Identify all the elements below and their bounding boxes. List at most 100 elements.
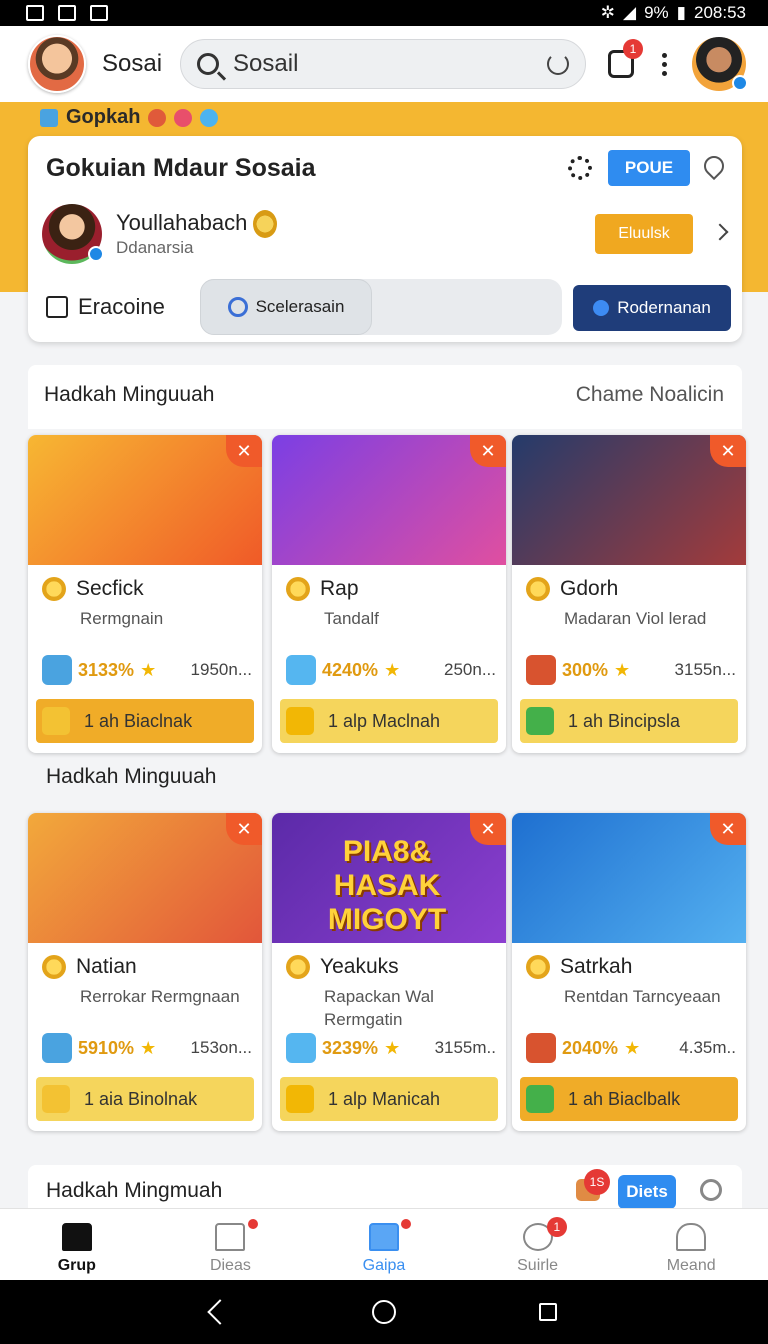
wifi-icon: ◢ xyxy=(622,3,637,22)
card-subtitle: Rermgnain xyxy=(80,609,164,628)
back-icon[interactable] xyxy=(207,1299,234,1325)
nav-item-grup[interactable]: Grup xyxy=(0,1209,154,1280)
card-title: Satrkah xyxy=(560,955,633,978)
search-bar[interactable]: Sosail xyxy=(180,39,587,89)
stat-count: 3155n... xyxy=(674,660,736,679)
button-icon xyxy=(42,707,70,735)
button-icon xyxy=(286,707,314,735)
star-icon: ★ xyxy=(614,659,631,680)
stat-percent: 5910% xyxy=(78,1037,135,1058)
profile-avatar[interactable] xyxy=(692,37,749,91)
card-action-label: 1 alp Manicah xyxy=(328,1088,441,1109)
content-card[interactable]: PIA8& HASAK MIGOYT ✕ Yeakuks Rapackan Wa… xyxy=(272,813,506,1131)
section-link[interactable]: Chame Noalicin xyxy=(576,383,724,407)
card-title-row: Gdorh xyxy=(526,577,618,601)
verified-icon xyxy=(88,246,104,262)
image-icon xyxy=(26,5,44,21)
promo-text: PIA8& HASAK MIGOYT xyxy=(327,835,447,936)
card-stats: 3239% ★ 3155m.. xyxy=(286,1033,496,1063)
card-subtitle: Rerrokar Rermgnaan xyxy=(80,987,240,1006)
nav-label: Grup xyxy=(57,1257,96,1274)
card-action-label: 1 aia Binolnak xyxy=(84,1088,198,1109)
location-pin-icon[interactable] xyxy=(699,151,729,181)
profile-action-button[interactable]: Eluulsk xyxy=(595,214,693,254)
card-title-row: Secfick xyxy=(42,577,144,601)
search-input[interactable]: Sosail xyxy=(233,50,547,78)
stat-count: 4.35m.. xyxy=(679,1038,736,1057)
verified-icon xyxy=(732,75,749,91)
notification-button[interactable]: 1 xyxy=(608,39,644,78)
gift-icon xyxy=(526,1033,556,1063)
house-icon xyxy=(215,1223,246,1251)
tag-icon xyxy=(40,108,58,127)
star-icon: ★ xyxy=(384,659,401,680)
segmented-control[interactable]: Scelerasain xyxy=(200,279,562,335)
signal-icon[interactable] xyxy=(700,1179,722,1201)
home-button-icon[interactable] xyxy=(371,1300,396,1324)
card-action-button[interactable]: 1 aia Binolnak xyxy=(36,1077,254,1121)
gear-icon[interactable] xyxy=(568,156,592,180)
bottom-nav: Grup Dieas Gaipa 1 Suirle Meand xyxy=(0,1208,768,1280)
nav-item-suirle[interactable]: 1 Suirle xyxy=(461,1209,615,1280)
battery-percent: 9% xyxy=(644,3,669,22)
refresh-icon[interactable] xyxy=(547,53,570,75)
profile-subtitle: Ddanarsia xyxy=(116,238,194,257)
battery-icon: ▮ xyxy=(676,3,686,22)
close-icon[interactable]: ✕ xyxy=(710,813,746,845)
chevron-right-icon[interactable] xyxy=(711,223,729,241)
nav-item-meand[interactable]: Meand xyxy=(614,1209,768,1280)
close-icon[interactable]: ✕ xyxy=(470,435,506,467)
star-icon: ★ xyxy=(140,659,157,680)
status-right: ✲ ◢ 9% ▮ 208:53 xyxy=(601,3,746,23)
coin-icon xyxy=(526,955,550,979)
section-title: Hadkah Minguuah xyxy=(44,383,215,406)
profile-name-row: Youllahabach xyxy=(116,210,278,239)
link-icon xyxy=(227,297,248,317)
nav-item-gaipa[interactable]: Gaipa xyxy=(307,1209,461,1280)
poue-button[interactable]: POUE xyxy=(608,150,690,186)
notification-badge: 1 xyxy=(623,39,644,59)
edit-icon xyxy=(46,296,68,318)
recents-icon[interactable] xyxy=(538,1303,557,1321)
card-action-button[interactable]: 1 alp Manicah xyxy=(280,1077,498,1121)
nav-dot xyxy=(401,1219,412,1229)
banner-label-row: Gopkah xyxy=(40,106,219,129)
diets-button[interactable]: Diets xyxy=(618,1175,676,1209)
edit-button[interactable]: Eracoine xyxy=(46,294,165,320)
close-icon[interactable]: ✕ xyxy=(710,435,746,467)
profile-card-avatar[interactable] xyxy=(42,204,104,264)
segment-active[interactable]: Scelerasain xyxy=(200,279,372,335)
more-options-icon[interactable] xyxy=(662,52,668,76)
button-icon xyxy=(526,707,554,735)
gift-icon xyxy=(42,1033,72,1063)
stat-count: 250n... xyxy=(444,660,496,679)
close-icon[interactable]: ✕ xyxy=(226,435,262,467)
section-title-2: Hadkah Minguuah xyxy=(46,765,217,788)
card-subtitle: Madaran Viol lerad xyxy=(564,609,707,628)
nav-label: Meand xyxy=(666,1257,716,1274)
card-subtitle: Rentdan Tarncyeaan xyxy=(564,987,721,1006)
card-action-button[interactable]: 1 ah Biaclnak xyxy=(36,699,254,743)
card-title-row: Natian xyxy=(42,955,137,979)
card-title: Yeakuks xyxy=(320,955,399,978)
content-card[interactable]: ✕ Gdorh Madaran Viol lerad 300% ★ 3155n.… xyxy=(512,435,746,753)
card-action-button[interactable]: 1 ah Biaclbalk xyxy=(520,1077,738,1121)
card-action-button[interactable]: 1 alp Maclnah xyxy=(280,699,498,743)
card-action-button[interactable]: 1 ah Bincipsla xyxy=(520,699,738,743)
close-icon[interactable]: ✕ xyxy=(226,813,262,845)
content-card[interactable]: ✕ Rap Tandalf 4240% ★ 250n... 1 alp Macl… xyxy=(272,435,506,753)
content-card[interactable]: ✕ Natian Rerrokar Rermgnaan 5910% ★ 153o… xyxy=(28,813,262,1131)
content-card[interactable]: ✕ Satrkah Rentdan Tarncyeaan 2040% ★ 4.3… xyxy=(512,813,746,1131)
user-avatar[interactable] xyxy=(28,35,86,93)
stat-percent: 2040% xyxy=(562,1037,619,1058)
nav-item-dieas[interactable]: Dieas xyxy=(154,1209,308,1280)
close-icon[interactable]: ✕ xyxy=(470,813,506,845)
primary-action-button[interactable]: Rodernanan xyxy=(573,285,731,331)
card-title-row: Yeakuks xyxy=(286,955,399,979)
card-action-label: 1 ah Biaclnak xyxy=(84,710,193,731)
content-card[interactable]: ✕ Secfick Rermgnain 3133% ★ 1950n... 1 a… xyxy=(28,435,262,753)
card-stats: 4240% ★ 250n... xyxy=(286,655,496,685)
star-icon: ★ xyxy=(384,1037,401,1058)
card-title: Gdorh xyxy=(560,577,619,600)
card-title-row: Satrkah xyxy=(526,955,632,979)
